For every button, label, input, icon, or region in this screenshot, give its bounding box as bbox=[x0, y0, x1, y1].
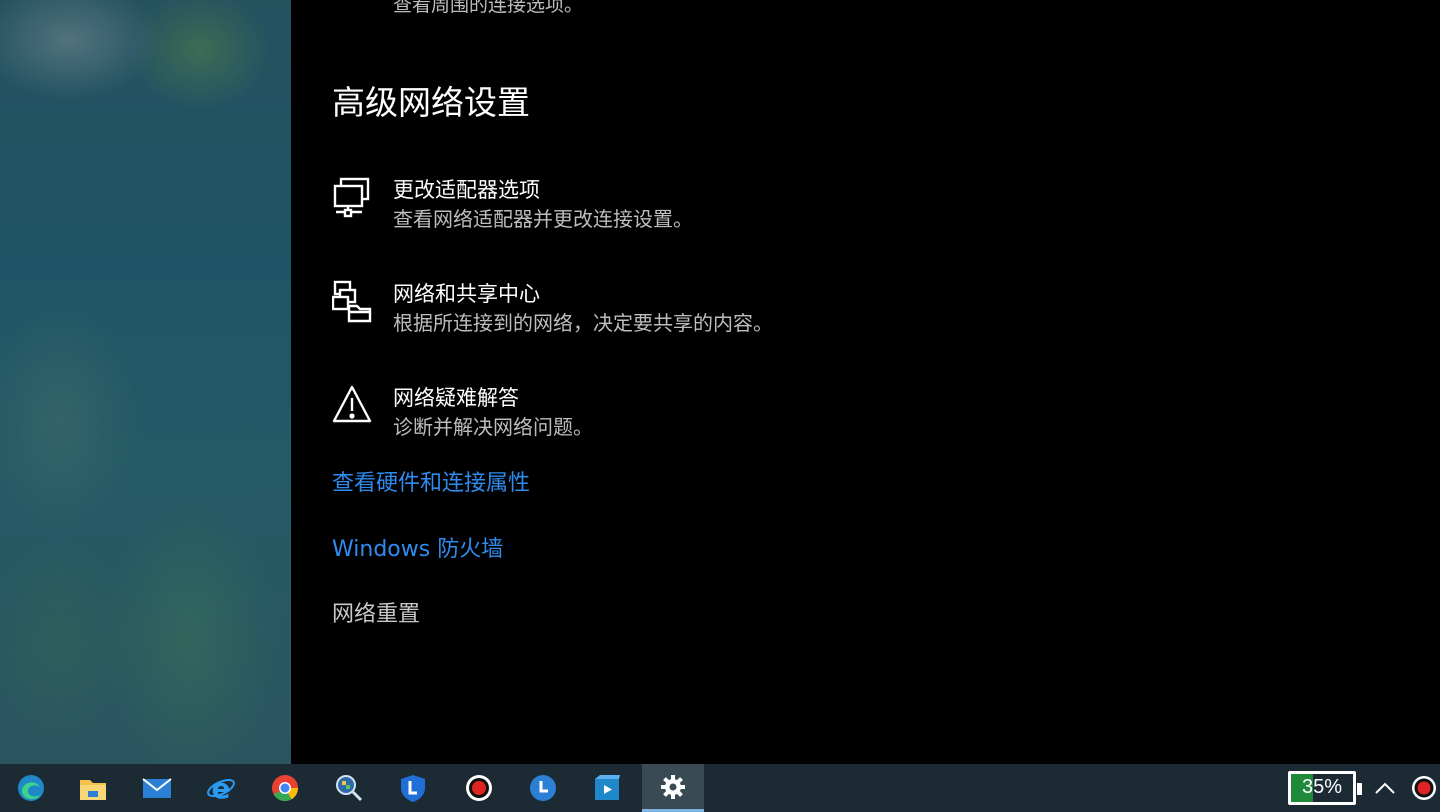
network-reset-link[interactable]: 网络重置 bbox=[332, 596, 420, 628]
adapter-icon bbox=[332, 176, 372, 220]
clock-app-icon[interactable] bbox=[512, 764, 574, 812]
network-sharing-center[interactable]: 网络和共享中心 根据所连接到的网络，决定要共享的内容。 bbox=[331, 280, 1032, 340]
entry-description: 根据所连接到的网络，决定要共享的内容。 bbox=[393, 311, 773, 335]
entry-description: 诊断并解决网络问题。 bbox=[393, 415, 593, 439]
entry-title: 更改适配器选项 bbox=[393, 178, 540, 202]
chevron-up-icon[interactable] bbox=[1370, 772, 1400, 804]
network-troubleshooter[interactable]: 网络疑难解答 诊断并解决网络问题。 bbox=[332, 384, 1032, 444]
sharing-center-icon bbox=[331, 280, 372, 324]
chrome-icon[interactable] bbox=[254, 764, 316, 812]
video-editor-icon[interactable] bbox=[576, 764, 638, 812]
entry-description: 查看网络适配器并更改连接设置。 bbox=[393, 207, 693, 231]
search-tool-icon[interactable] bbox=[318, 764, 380, 812]
shield-app-icon[interactable] bbox=[382, 764, 444, 812]
file-explorer-icon[interactable] bbox=[62, 764, 124, 812]
mail-icon[interactable] bbox=[126, 764, 188, 812]
taskbar: e 35% bbox=[0, 764, 1440, 812]
view-hardware-properties-link[interactable]: 查看硬件和连接属性 bbox=[332, 465, 530, 497]
settings-gear-icon[interactable] bbox=[642, 764, 704, 812]
desktop-background bbox=[0, 0, 291, 764]
change-adapter-options[interactable]: 更改适配器选项 查看网络适配器并更改连接设置。 bbox=[332, 176, 1032, 236]
windows-firewall-link[interactable]: Windows 防火墙 bbox=[332, 531, 503, 563]
battery-percent: 35% bbox=[1301, 776, 1343, 798]
cut-off-entry[interactable]: 查看周围的连接选项。 bbox=[291, 0, 991, 16]
section-heading: 高级网络设置 bbox=[332, 83, 530, 122]
record-icon[interactable] bbox=[448, 764, 510, 812]
warning-icon bbox=[332, 384, 372, 428]
entry-description: 查看周围的连接选项。 bbox=[393, 0, 584, 16]
battery-terminal bbox=[1357, 783, 1362, 795]
settings-window: 查看周围的连接选项。 高级网络设置 更改适配器选项 查看网络适配器并更改连接设置… bbox=[291, 0, 1440, 764]
svg-text:e: e bbox=[212, 773, 231, 803]
battery-indicator[interactable]: 35% bbox=[1288, 771, 1362, 805]
internet-explorer-icon[interactable]: e bbox=[190, 764, 252, 812]
entry-title: 网络和共享中心 bbox=[393, 282, 540, 306]
tray-record-icon[interactable] bbox=[1408, 772, 1440, 804]
edge-icon[interactable] bbox=[0, 764, 62, 812]
entry-title: 网络疑难解答 bbox=[393, 386, 519, 410]
